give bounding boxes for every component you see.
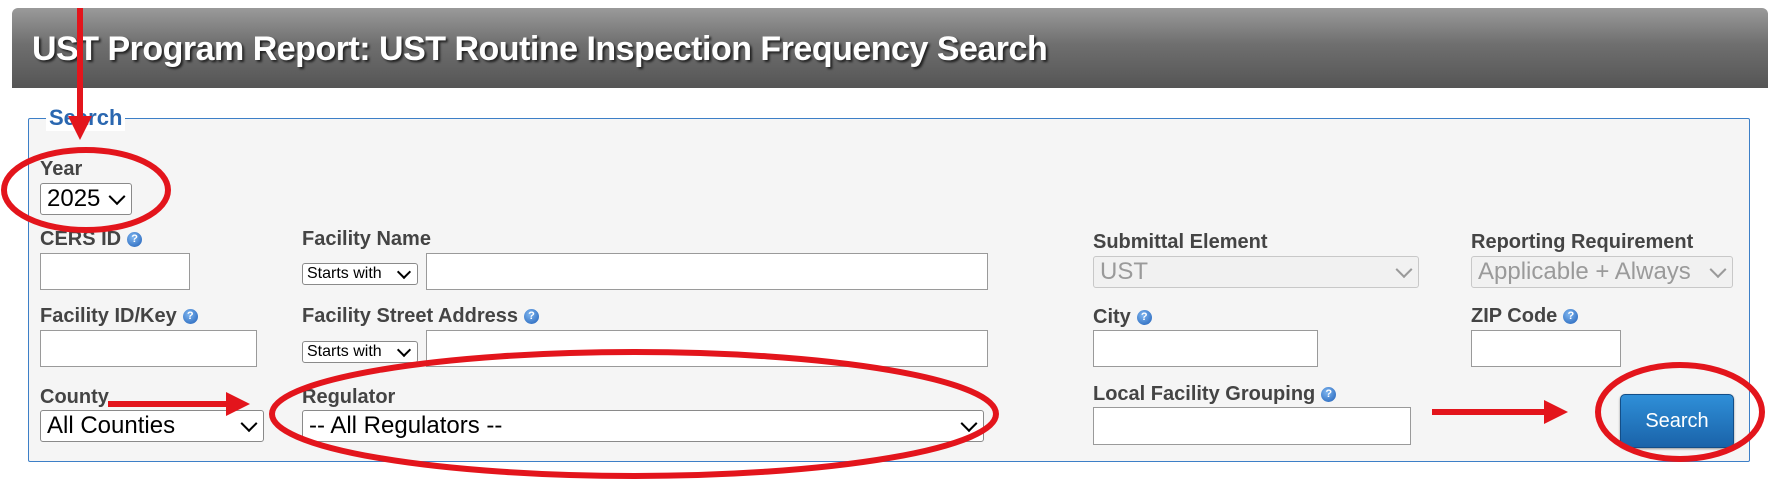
annotation-overlay — [1, 8, 1765, 479]
annotation-circle-regulator — [269, 349, 999, 479]
annotation-circle-search — [1595, 362, 1765, 462]
annotation-circle-year — [1, 147, 171, 233]
